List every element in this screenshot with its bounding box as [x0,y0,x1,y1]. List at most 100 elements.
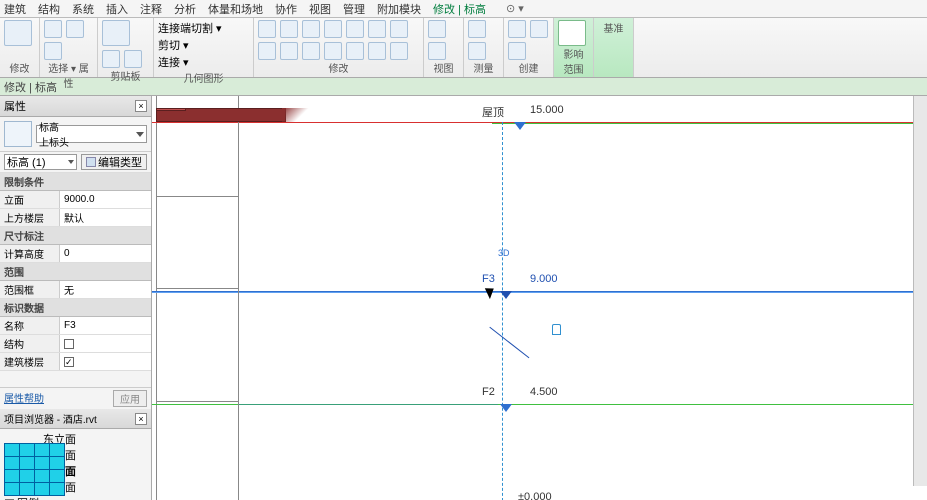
elevation-input[interactable] [64,194,147,205]
tool-icon[interactable] [428,42,446,60]
level-name[interactable]: 屋顶 [482,104,504,120]
prop-key: 名称 [0,317,60,334]
browser-titlebar[interactable]: 项目浏览器 - 酒店.rvt × [0,409,151,429]
tool-icon[interactable] [390,42,408,60]
tool-icon[interactable] [258,20,276,38]
tag-3d[interactable]: 3D [498,248,510,258]
close-icon[interactable]: × [135,413,147,425]
menu-item[interactable]: 注释 [140,1,162,17]
ribbon-label: 测量 [468,60,499,75]
tool-icon[interactable] [44,20,62,38]
menu-item[interactable]: 附加模块 [377,1,421,17]
roof-slope [282,108,322,122]
tool-icon[interactable] [390,20,408,38]
prop-key: 范围框 [0,281,60,298]
tool-icon[interactable] [468,20,486,38]
tool-icon[interactable] [302,42,320,60]
level-elev[interactable]: 4.500 [530,386,558,398]
scope-icon[interactable] [558,20,586,46]
level-name-selected[interactable]: F3 [482,273,495,285]
apply-button[interactable]: 应用 [113,390,147,407]
tool-icon[interactable] [346,20,364,38]
paste-icon[interactable] [102,20,130,46]
ribbon-label: 修改 [4,60,35,75]
cut-dropdown[interactable]: 剪切 ▾ [158,37,189,53]
waffle-thumbnail [4,443,65,496]
tool-icon[interactable] [324,42,342,60]
level-elev[interactable]: 15.000 [530,104,564,116]
roof-edge [156,108,186,111]
tool-icon[interactable] [124,50,142,68]
properties-titlebar[interactable]: 属性 × [0,96,151,117]
modify-icon[interactable] [4,20,32,46]
menu-bar: 建筑 结构 系统 插入 注释 分析 体量和场地 协作 视图 管理 附加模块 修改… [0,0,927,18]
tool-icon[interactable] [66,20,84,38]
edit-icon [86,157,96,167]
tool-icon[interactable] [468,42,486,60]
structural-checkbox[interactable] [64,339,74,349]
type-selector-dropdown[interactable]: 标高 上标头 [36,125,147,143]
lock-icon[interactable] [552,324,561,335]
ribbon-group-modify: 修改 [0,18,40,77]
ribbon-group-geometry: 连接端切割 ▾ 剪切 ▾ 连接 ▾ 几何图形 [154,18,254,77]
tool-icon[interactable] [258,42,276,60]
prop-value[interactable]: F3 [60,317,151,334]
prop-value[interactable]: 默认 [60,209,151,226]
tool-icon[interactable] [324,20,342,38]
menu-item[interactable]: 协作 [275,1,297,17]
tool-icon[interactable] [102,50,120,68]
prop-group[interactable]: 限制条件 [0,173,151,191]
building-story-checkbox[interactable] [64,357,74,367]
level-marker-icon[interactable] [514,122,526,130]
scrollbar-vertical[interactable] [913,96,927,486]
menu-extra[interactable]: ⊙ ▾ [506,2,524,15]
type-thumbnail [4,121,32,147]
drag-handle-line[interactable] [489,296,553,358]
menu-item[interactable]: 结构 [38,1,60,17]
tool-icon[interactable] [44,42,62,60]
level-name[interactable]: F2 [482,386,495,398]
tool-icon[interactable] [280,42,298,60]
menu-item[interactable]: 体量和场地 [208,1,263,17]
menu-item[interactable]: 管理 [343,1,365,17]
tool-icon[interactable] [346,42,364,60]
type-row: 标高 (1) 编辑类型 [0,152,151,173]
menu-item-active[interactable]: 修改 | 标高 [433,1,486,17]
close-icon[interactable]: × [135,100,147,112]
level-elev-selected[interactable]: 9.000 [530,273,558,285]
menu-item[interactable]: 分析 [174,1,196,17]
tool-icon[interactable] [508,20,526,38]
ribbon-group-measure: 测量 [464,18,504,77]
menu-item[interactable]: 建筑 [4,1,26,17]
level-elev[interactable]: ±0.000 [518,491,552,500]
drawing-canvas[interactable]: 屋顶 15.000 F3 9.000 3D F2 4.500 ±0.000 [152,96,927,500]
cut-dropdown[interactable]: 连接端切割 ▾ [158,20,222,36]
level-marker-icon[interactable] [500,291,512,299]
level-marker-icon[interactable] [500,404,512,412]
prop-group[interactable]: 范围 [0,263,151,281]
menu-item[interactable]: 插入 [106,1,128,17]
ribbon-label: 剪贴板 [102,68,149,83]
tool-icon[interactable] [280,20,298,38]
menu-item[interactable]: 视图 [309,1,331,17]
ribbon-group-scope: 影响 范围 [554,18,594,77]
join-dropdown[interactable]: 连接 ▾ [158,54,189,70]
ribbon-group-modify-tools: 修改 [254,18,424,77]
instance-selector[interactable]: 标高 (1) [4,154,77,170]
properties-footer: 属性帮助 应用 [0,387,151,409]
prop-value[interactable]: 无 [60,281,151,298]
menu-item[interactable]: 系统 [72,1,94,17]
tool-icon[interactable] [530,20,548,38]
prop-group[interactable]: 尺寸标注 [0,227,151,245]
edit-type-button[interactable]: 编辑类型 [81,154,147,170]
tool-icon[interactable] [368,20,386,38]
ribbon-group-view: 视图 [424,18,464,77]
prop-group[interactable]: 标识数据 [0,299,151,317]
chevron-down-icon [68,160,74,164]
prop-value[interactable]: 0 [60,245,151,262]
tool-icon[interactable] [428,20,446,38]
tool-icon[interactable] [508,42,526,60]
tool-icon[interactable] [368,42,386,60]
tool-icon[interactable] [302,20,320,38]
properties-help-link[interactable]: 属性帮助 [4,390,44,407]
